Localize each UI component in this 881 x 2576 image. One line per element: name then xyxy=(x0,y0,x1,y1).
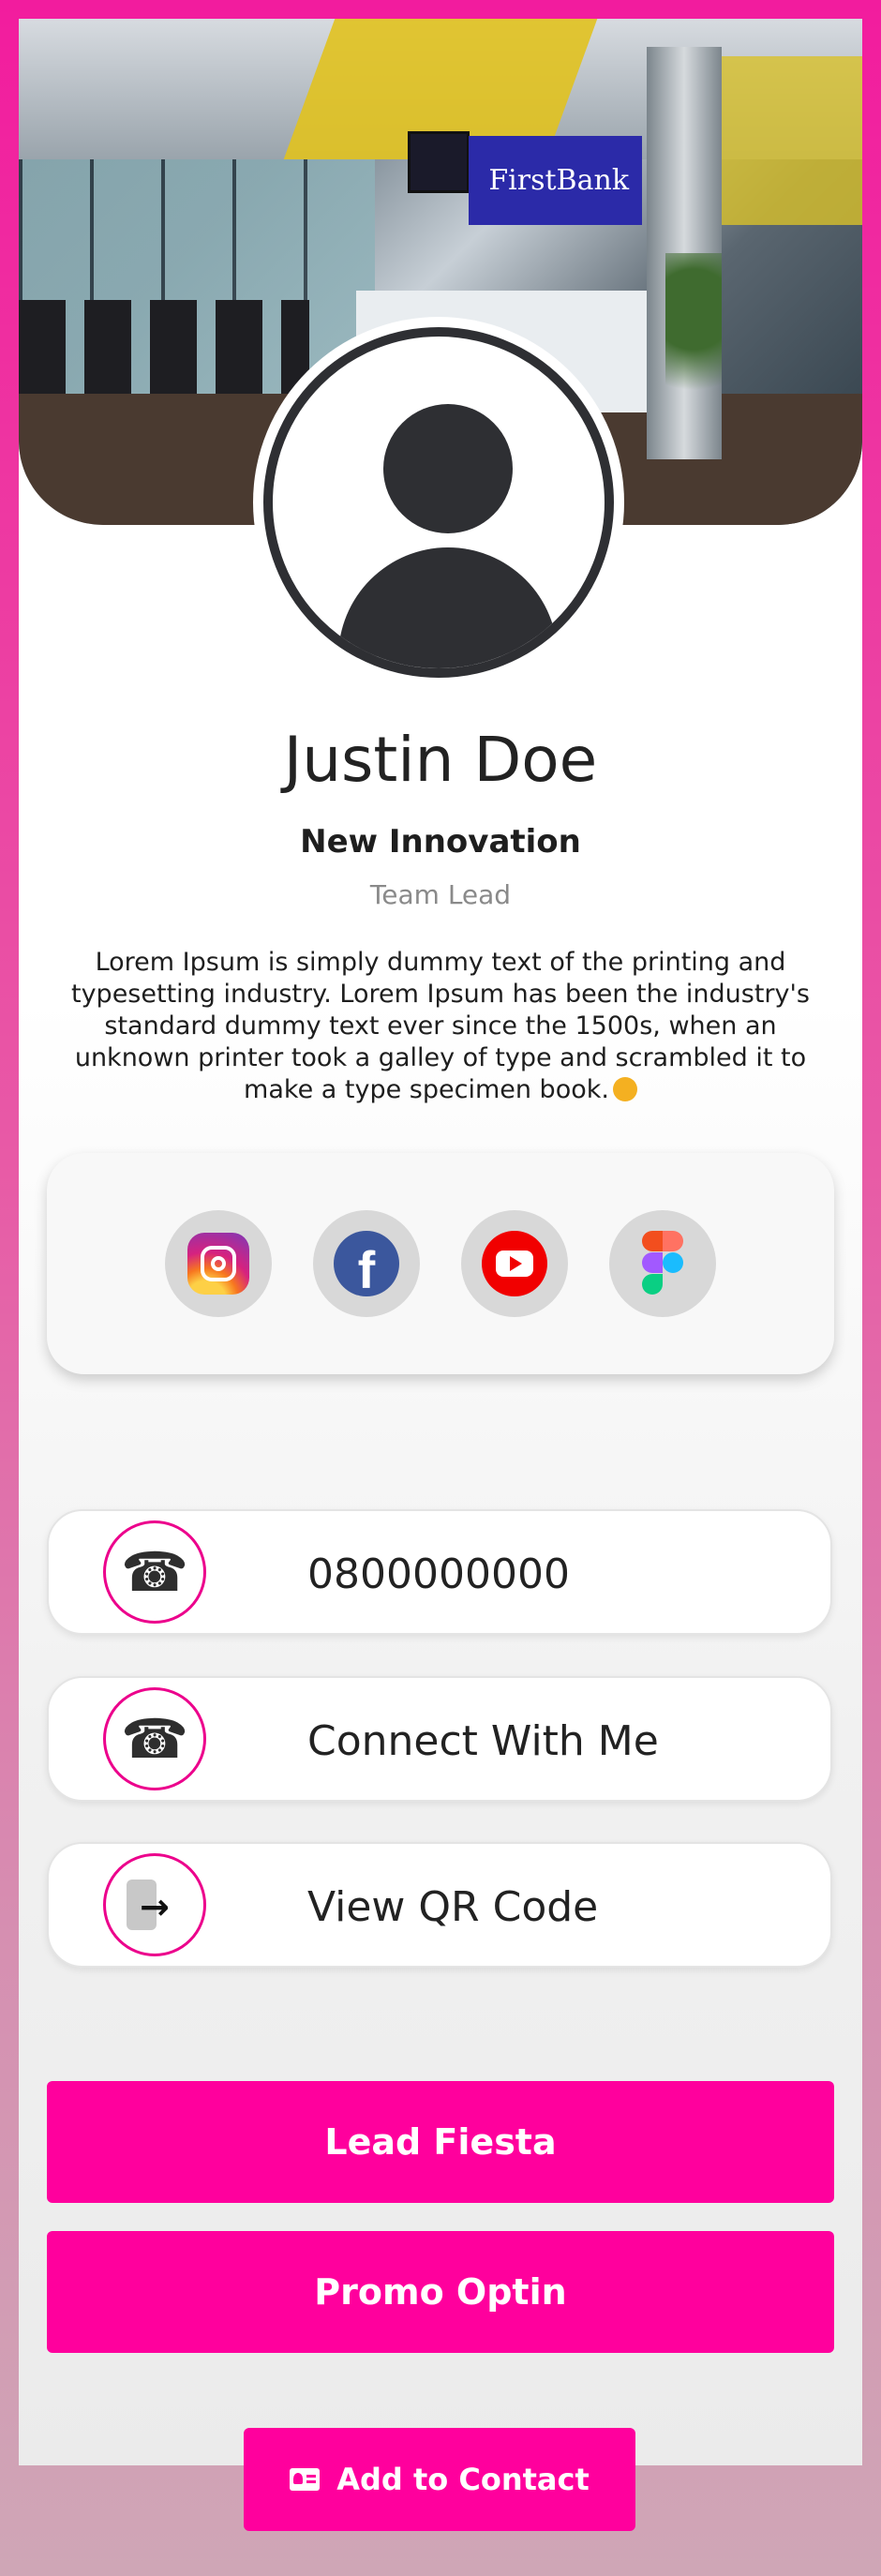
avatar xyxy=(253,317,624,688)
social-links: f xyxy=(47,1153,834,1374)
phone-number-button[interactable]: ☎ 0800000000 xyxy=(47,1509,832,1635)
phone-icon: ☎ xyxy=(103,1687,206,1790)
figma-link[interactable] xyxy=(609,1210,716,1317)
youtube-icon xyxy=(482,1231,547,1296)
profile-company: New Innovation xyxy=(300,823,581,861)
profile-card: FirstBank Justin Doe New Innovation Team… xyxy=(19,19,862,2465)
promo-optin-button[interactable]: Promo Optin xyxy=(47,2231,834,2353)
profile-role: Team Lead xyxy=(369,879,512,910)
connect-with-me-button[interactable]: ☎ Connect With Me xyxy=(47,1676,832,1802)
figma-icon xyxy=(642,1231,683,1296)
facebook-icon: f xyxy=(334,1231,399,1296)
view-qr-code-button[interactable]: → View QR Code xyxy=(47,1842,832,1968)
add-to-contact-button[interactable]: Add to Contact xyxy=(244,2428,635,2531)
qr-label: View QR Code xyxy=(307,1882,599,1931)
add-to-contact-label: Add to Contact xyxy=(336,2462,590,2497)
phone-number-label: 0800000000 xyxy=(307,1550,570,1598)
profile-bio: Lorem Ipsum is simply dummy text of the … xyxy=(56,947,825,1106)
lead-fiesta-button[interactable]: Lead Fiesta xyxy=(47,2081,834,2203)
contact-card-icon xyxy=(290,2468,321,2491)
instagram-link[interactable] xyxy=(165,1210,272,1317)
upside-down-face-emoji-icon xyxy=(612,1077,637,1101)
bio-text: Lorem Ipsum is simply dummy text of the … xyxy=(70,948,810,1104)
cover-bank-sign: FirstBank xyxy=(469,136,642,225)
connect-label: Connect With Me xyxy=(307,1716,659,1765)
user-avatar-icon xyxy=(263,327,614,678)
profile-name: Justin Doe xyxy=(283,724,598,796)
facebook-link[interactable]: f xyxy=(313,1210,420,1317)
sign-in-icon: → xyxy=(103,1853,206,1956)
instagram-icon xyxy=(187,1233,249,1295)
phone-icon: ☎ xyxy=(103,1520,206,1624)
youtube-link[interactable] xyxy=(461,1210,568,1317)
